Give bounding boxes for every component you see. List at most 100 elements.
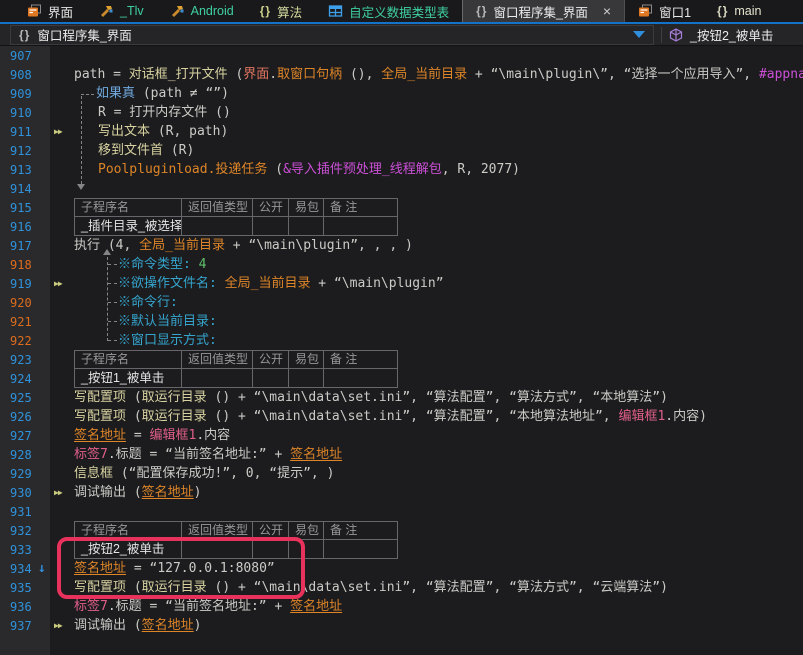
- tab-_Tlv[interactable]: _Tlv: [86, 0, 157, 22]
- line-number[interactable]: 933: [0, 543, 50, 557]
- code-line-923[interactable]: 923 子程序名返回值类型公开易包备 注: [0, 350, 803, 369]
- line-number[interactable]: 923: [0, 353, 50, 367]
- line-number[interactable]: 910: [0, 106, 50, 120]
- line-number[interactable]: 909: [0, 87, 50, 101]
- line-number[interactable]: 911: [0, 125, 50, 139]
- line-number[interactable]: 915: [0, 201, 50, 215]
- code-line-911[interactable]: 911▶▶写出文本 (R, path): [0, 122, 803, 141]
- code-line-910[interactable]: 910R = 打开内存文件 (): [0, 103, 803, 122]
- line-content: 信息框 (“配置保存成功!”, 0, “提示”, ): [74, 464, 803, 483]
- code-line-936[interactable]: 936标签7.标题 = “当前签名地址:” + 签名地址: [0, 597, 803, 616]
- line-number[interactable]: 925: [0, 391, 50, 405]
- line-number[interactable]: 932: [0, 524, 50, 538]
- line-number[interactable]: 912: [0, 144, 50, 158]
- flow-guide: [108, 340, 117, 341]
- code-line-912[interactable]: 912移到文件首 (R): [0, 141, 803, 160]
- code-line-917[interactable]: 917执行 (4, 全局_当前目录 + “\main\plugin”, , , …: [0, 236, 803, 255]
- code-token: 签名地址: [290, 599, 342, 614]
- line-number[interactable]: 921: [0, 315, 50, 329]
- code-line-934[interactable]: 934↓签名地址 = “127.0.0.1:8080”: [0, 559, 803, 578]
- line-number[interactable]: 922: [0, 334, 50, 348]
- table-header-cell: 子程序名: [74, 350, 182, 369]
- line-number[interactable]: 914: [0, 182, 50, 196]
- tab-窗口1[interactable]: 窗口1: [625, 0, 704, 22]
- code-line-908[interactable]: 908path = 对话框_打开文件 (界面.取窗口句柄 (), 全局_当前目录…: [0, 65, 803, 84]
- line-content: _按钮2_被单击: [74, 540, 803, 559]
- line-content: 子程序名返回值类型公开易包备 注: [74, 350, 803, 369]
- tab-main[interactable]: {}main: [704, 0, 774, 22]
- tab-Android[interactable]: Android: [157, 0, 247, 22]
- code-token: () + “\main\data\set.ini”, “算法配置”, “本地算法…: [207, 409, 619, 424]
- code-line-919[interactable]: 919▶▶※欲操作文件名: 全局_当前目录 + “\main\plugin”: [0, 274, 803, 293]
- chevron-down-icon[interactable]: [633, 31, 645, 38]
- line-number[interactable]: 908: [0, 68, 50, 82]
- code-line-937[interactable]: 937▶▶调试输出 (签名地址): [0, 616, 803, 635]
- line-number[interactable]: 937: [0, 619, 50, 633]
- line-content: ※欲操作文件名: 全局_当前目录 + “\main\plugin”: [118, 274, 803, 293]
- code-line-925[interactable]: 925写配置项 (取运行目录 () + “\main\data\set.ini”…: [0, 388, 803, 407]
- tab-窗口程序集_界面[interactable]: {}窗口程序集_界面×: [462, 0, 625, 22]
- tab-label: 自定义数据类型表: [349, 2, 449, 21]
- code-line-932[interactable]: 932 子程序名返回值类型公开易包备 注: [0, 521, 803, 540]
- line-number[interactable]: 936: [0, 600, 50, 614]
- code-line-933[interactable]: 933 _按钮2_被单击: [0, 540, 803, 559]
- code-token: (),: [342, 67, 381, 82]
- line-content: _插件目录_被选择: [74, 217, 803, 236]
- line-number[interactable]: 920: [0, 296, 50, 310]
- code-line-926[interactable]: 926写配置项 (取运行目录 () + “\main\data\set.ini”…: [0, 407, 803, 426]
- code-editor[interactable]: 907 908path = 对话框_打开文件 (界面.取窗口句柄 (), 全局_当…: [0, 46, 803, 655]
- code-line-927[interactable]: 927签名地址 = 编辑框1.内容: [0, 426, 803, 445]
- line-number[interactable]: 927: [0, 429, 50, 443]
- line-number[interactable]: 926: [0, 410, 50, 424]
- tab-界面[interactable]: 界面: [14, 0, 86, 22]
- cube-icon: [669, 28, 683, 42]
- code-line-922[interactable]: 922※窗口显示方式:: [0, 331, 803, 350]
- scope-dropdown[interactable]: {} 窗口程序集_界面: [10, 25, 654, 45]
- code-line-929[interactable]: 929 信息框 (“配置保存成功!”, 0, “提示”, ): [0, 464, 803, 483]
- code-line-915[interactable]: 915子程序名返回值类型公开易包备 注: [0, 198, 803, 217]
- flow-guide-arrow-icon: [77, 184, 85, 190]
- code-line-909[interactable]: 909如果真 (path ≠ “”): [0, 84, 803, 103]
- line-number[interactable]: 916: [0, 220, 50, 234]
- code-line-931[interactable]: 931: [0, 502, 803, 521]
- line-number[interactable]: 931: [0, 505, 50, 519]
- table-header-cell: 公开: [252, 521, 289, 540]
- line-number[interactable]: 935: [0, 581, 50, 595]
- code-line-935[interactable]: 935 写配置项 (取运行目录 () + “\main\data\set.ini”…: [0, 578, 803, 597]
- line-number[interactable]: 917: [0, 239, 50, 253]
- member-dropdown[interactable]: _按钮2_被单击: [669, 25, 773, 44]
- code-line-930[interactable]: 930▶▶调试输出 (签名地址): [0, 483, 803, 502]
- code-token: (: [126, 390, 142, 405]
- code-token: 界面: [243, 67, 269, 82]
- code-lines: 907 908path = 对话框_打开文件 (界面.取窗口句柄 (), 全局_当…: [0, 46, 803, 635]
- code-line-913[interactable]: 913Poolpluginload.投递任务 (&导入插件预处理_线程解包, R…: [0, 160, 803, 179]
- line-number[interactable]: 924: [0, 372, 50, 386]
- tab-算法[interactable]: {}算法: [247, 0, 315, 22]
- code-line-928[interactable]: 928标签7.标题 = “当前签名地址:” + 签名地址: [0, 445, 803, 464]
- line-content: 子程序名返回值类型公开易包备 注: [74, 521, 803, 540]
- code-line-914[interactable]: 914: [0, 179, 803, 198]
- code-line-921[interactable]: 921※默认当前目录:: [0, 312, 803, 331]
- table-cell[interactable]: _插件目录_被选择: [74, 217, 182, 236]
- code-line-918[interactable]: 918※命令类型: 4: [0, 255, 803, 274]
- line-number[interactable]: 907: [0, 49, 50, 63]
- code-line-924[interactable]: 924 _按钮1_被单击: [0, 369, 803, 388]
- table-cell[interactable]: _按钮2_被单击: [74, 540, 182, 559]
- line-number[interactable]: 928: [0, 448, 50, 462]
- code-line-920[interactable]: 920※命令行:: [0, 293, 803, 312]
- line-number[interactable]: 919: [0, 277, 50, 291]
- flow-guide: [107, 257, 108, 341]
- line-number[interactable]: 929: [0, 467, 50, 481]
- line-number[interactable]: 918: [0, 258, 50, 272]
- table-cell: [323, 369, 398, 388]
- table-cell: [288, 369, 324, 388]
- close-icon[interactable]: ×: [603, 4, 611, 18]
- code-line-916[interactable]: 916 _插件目录_被选择: [0, 217, 803, 236]
- table-header-cell: 子程序名: [74, 198, 182, 217]
- line-content: 写配置项 (取运行目录 () + “\main\data\set.ini”, “…: [74, 578, 803, 597]
- table-cell[interactable]: _按钮1_被单击: [74, 369, 182, 388]
- tab-自定义数据类型表[interactable]: 自定义数据类型表: [315, 0, 462, 22]
- code-line-907[interactable]: 907: [0, 46, 803, 65]
- line-number[interactable]: 913: [0, 163, 50, 177]
- line-number[interactable]: 930: [0, 486, 50, 500]
